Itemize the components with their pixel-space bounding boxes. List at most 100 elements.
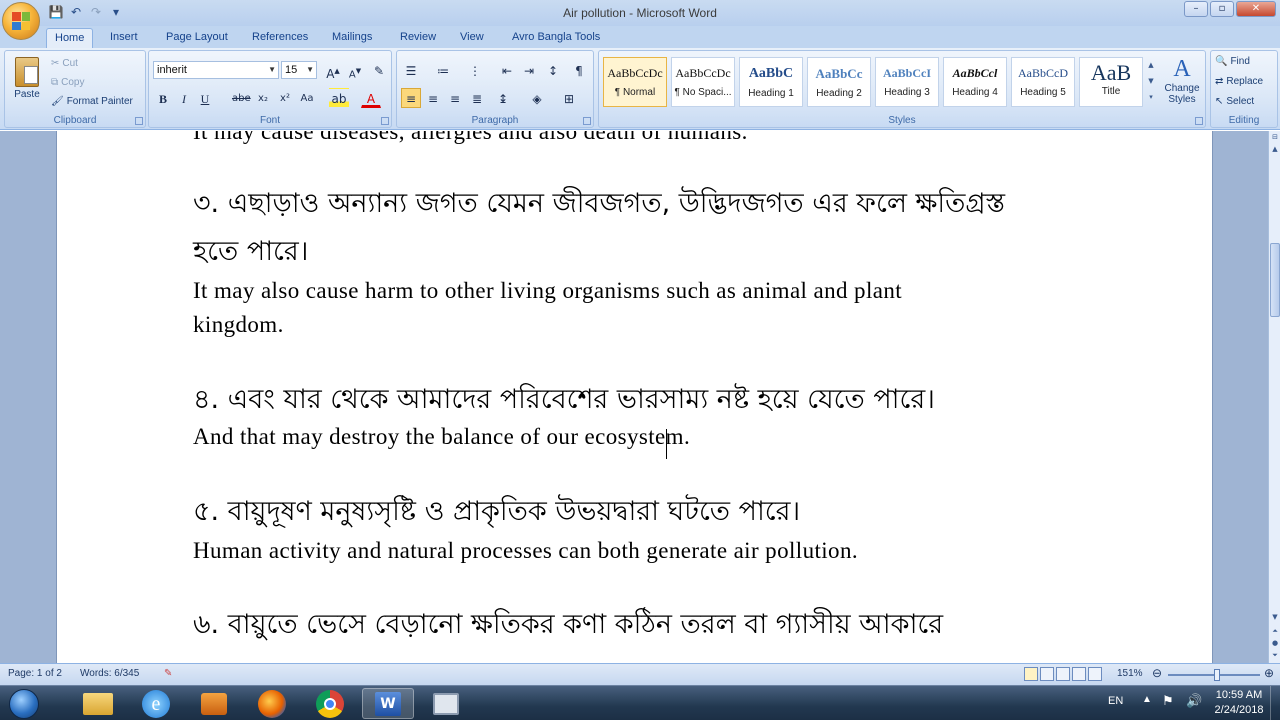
tab-home[interactable]: Home [46, 28, 94, 48]
zoom-in-icon[interactable]: ⊕ [1264, 666, 1274, 680]
draft-view-icon[interactable] [1088, 667, 1102, 681]
show-hidden-icons[interactable]: ▲ [1142, 694, 1152, 705]
tab-references[interactable]: References [244, 28, 316, 48]
taskbar-chrome[interactable] [304, 688, 356, 719]
scroll-up-icon[interactable]: ▲ [1270, 145, 1280, 157]
bullets-icon[interactable]: ☰ [401, 60, 421, 80]
style-heading-4[interactable]: AaBbCcl Heading 4 [943, 57, 1007, 107]
increase-indent-icon[interactable]: ⇥ [519, 60, 539, 80]
align-center-icon[interactable]: ≡ [423, 88, 443, 108]
vertical-scrollbar[interactable]: ⊟ ▲ ▼ ⏶ ● ⏷ [1268, 131, 1280, 663]
word-count[interactable]: Words: 6/345 [80, 668, 139, 679]
subscript-icon[interactable]: x₂ [253, 88, 273, 108]
style-heading-5[interactable]: AaBbCcD Heading 5 [1011, 57, 1075, 107]
align-right-icon[interactable]: ≡ [445, 88, 465, 108]
style-heading-1[interactable]: AaBbC Heading 1 [739, 57, 803, 107]
change-case-icon[interactable]: Aa [297, 88, 317, 108]
full-screen-reading-icon[interactable] [1040, 667, 1054, 681]
document-page[interactable]: It may cause diseases, allergies and als… [56, 131, 1213, 663]
page-indicator[interactable]: Page: 1 of 2 [8, 668, 62, 679]
strikethrough-icon[interactable]: abe [231, 88, 251, 108]
style-heading-2[interactable]: AaBbCc Heading 2 [807, 57, 871, 107]
browse-object-icon[interactable]: ● [1270, 639, 1280, 651]
cut-button[interactable]: ✂ Cut [51, 55, 78, 73]
format-painter-button[interactable]: 🖌 Format Painter [51, 93, 133, 111]
taskbar-ie[interactable]: e [130, 688, 182, 719]
taskbar-explorer[interactable] [72, 688, 124, 719]
shading-icon[interactable]: ◈ [527, 88, 547, 108]
italic-icon[interactable]: I [174, 88, 194, 108]
clock[interactable]: 10:59 AM 2/24/2018 [1210, 688, 1268, 718]
align-left-icon[interactable]: ≡ [401, 88, 421, 108]
editing-group-label: Editing [1228, 115, 1260, 126]
tab-insert[interactable]: Insert [102, 28, 146, 48]
zoom-level[interactable]: 151% [1117, 668, 1143, 679]
sort-icon[interactable]: ↕ [543, 60, 563, 80]
shrink-font-icon[interactable]: A▼ [345, 60, 365, 80]
office-button[interactable] [2, 2, 40, 40]
ruler-toggle-icon[interactable]: ⊟ [1270, 133, 1280, 145]
tab-mailings[interactable]: Mailings [324, 28, 380, 48]
borders-icon[interactable]: ⊞ [559, 88, 579, 108]
status-bar: Page: 1 of 2 Words: 6/345 ✎ 151% ⊖ ⊕ [0, 663, 1280, 685]
outline-view-icon[interactable] [1072, 667, 1086, 681]
highlight-icon[interactable]: ab [329, 88, 349, 108]
print-layout-view-icon[interactable] [1024, 667, 1038, 681]
find-button[interactable]: 🔍 Find [1215, 53, 1250, 71]
line-spacing-icon[interactable]: ↨ [493, 88, 513, 108]
paintbrush-icon: 🖌 [51, 96, 64, 107]
zoom-slider-thumb[interactable] [1214, 669, 1220, 681]
taskbar-media-player[interactable] [188, 688, 240, 719]
style-title[interactable]: AaB Title [1079, 57, 1143, 107]
multilevel-list-icon[interactable]: ⋮ [465, 60, 485, 80]
font-launcher-icon[interactable] [381, 117, 389, 125]
action-center-icon[interactable]: ⚑ [1162, 693, 1174, 709]
tab-page-layout[interactable]: Page Layout [158, 28, 236, 48]
taskbar-recorder[interactable] [420, 688, 472, 719]
tab-view[interactable]: View [452, 28, 492, 48]
zoom-slider[interactable] [1168, 669, 1260, 681]
style-heading-3[interactable]: AaBbCcI Heading 3 [875, 57, 939, 107]
show-formatting-marks-icon[interactable]: ¶ [569, 60, 589, 80]
underline-icon[interactable]: U [195, 88, 215, 108]
previous-page-icon[interactable]: ⏶ [1270, 627, 1280, 639]
taskbar-word[interactable]: W [362, 688, 414, 719]
style-normal[interactable]: AaBbCcDc ¶ Normal [603, 57, 667, 107]
paste-button[interactable]: Paste [9, 55, 45, 113]
change-styles-button[interactable]: A Change Styles [1161, 55, 1203, 115]
clipboard-launcher-icon[interactable] [135, 117, 143, 125]
styles-scroll[interactable]: ▲ ▼ ▾ [1145, 57, 1157, 107]
taskbar-firefox[interactable] [246, 688, 298, 719]
font-size-combo[interactable]: 15 ▼ [281, 61, 317, 79]
scroll-down-icon[interactable]: ▼ [1270, 613, 1280, 625]
zoom-out-icon[interactable]: ⊖ [1152, 666, 1162, 680]
justify-icon[interactable]: ≣ [467, 88, 487, 108]
font-name-combo[interactable]: inherit ▼ [153, 61, 279, 79]
web-layout-icon[interactable] [1056, 667, 1070, 681]
volume-icon[interactable]: 🔊 [1186, 693, 1202, 709]
paragraph-launcher-icon[interactable] [583, 117, 591, 125]
next-page-icon[interactable]: ⏷ [1270, 651, 1280, 663]
grow-font-icon[interactable]: A▲ [323, 60, 343, 81]
maximize-button[interactable]: ▫ [1210, 1, 1234, 17]
tab-review[interactable]: Review [392, 28, 444, 48]
style-no-spacing[interactable]: AaBbCcDc ¶ No Spaci... [671, 57, 735, 107]
scroll-thumb[interactable] [1270, 243, 1280, 317]
proofing-icon[interactable]: ✎ [164, 668, 172, 679]
superscript-icon[interactable]: x² [275, 88, 295, 108]
show-desktop-button[interactable] [1270, 686, 1280, 720]
select-button[interactable]: ↖ Select [1215, 93, 1254, 111]
decrease-indent-icon[interactable]: ⇤ [497, 60, 517, 80]
styles-launcher-icon[interactable] [1195, 117, 1203, 125]
start-button[interactable] [2, 686, 46, 720]
clear-formatting-icon[interactable]: ✎ [369, 60, 389, 80]
numbering-icon[interactable]: ≔ [433, 60, 453, 80]
copy-button[interactable]: ⧉ Copy [51, 74, 85, 92]
replace-button[interactable]: ⇄ Replace [1215, 73, 1263, 91]
language-indicator[interactable]: EN [1108, 695, 1123, 707]
bold-icon[interactable]: B [153, 88, 173, 108]
tab-avro-bangla-tools[interactable]: Avro Bangla Tools [504, 28, 608, 48]
close-button[interactable]: ✕ [1236, 1, 1276, 17]
minimize-button[interactable]: – [1184, 1, 1208, 17]
font-color-icon[interactable]: A [361, 88, 381, 108]
